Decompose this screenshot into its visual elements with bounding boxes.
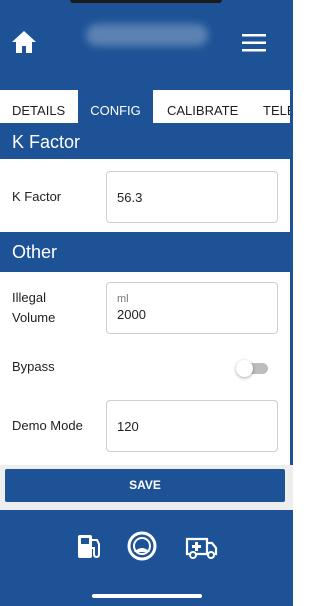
bypass-label: Bypass [12, 359, 55, 374]
save-button[interactable]: SAVE [5, 469, 285, 502]
home-icon [12, 31, 36, 53]
hamburger-menu-icon [242, 34, 266, 52]
section-k-factor-header: K Factor [0, 123, 293, 159]
section-other-header: Other [0, 232, 293, 272]
fuel-nav-button[interactable] [74, 530, 106, 562]
k-factor-label: K Factor [12, 189, 62, 204]
k-factor-input[interactable]: 56.3 [106, 171, 278, 223]
gauge-icon [127, 531, 157, 561]
demo-mode-value: 120 [117, 419, 139, 434]
illegal-volume-input[interactable]: ml 2000 [106, 282, 278, 334]
k-factor-value: 56.3 [117, 190, 143, 205]
illegal-volume-label: Illegal Volume [12, 290, 56, 325]
home-indicator [92, 594, 202, 598]
demo-mode-input[interactable]: 120 [106, 400, 278, 452]
ambulance-nav-button[interactable] [185, 530, 219, 562]
menu-button[interactable] [240, 32, 268, 54]
ambulance-icon [185, 537, 218, 559]
toggle-knob [236, 360, 253, 377]
fuel-pump-icon [78, 535, 100, 559]
blurred-title [86, 24, 208, 46]
bypass-toggle[interactable] [236, 360, 268, 377]
gauge-nav-button[interactable] [126, 530, 158, 562]
demo-mode-label: Demo Mode [12, 418, 83, 433]
illegal-volume-value: 2000 [117, 307, 146, 322]
illegal-volume-unit: ml [117, 293, 129, 305]
home-button[interactable] [10, 29, 38, 55]
device-notch [70, 0, 222, 3]
right-edge-accent [290, 90, 293, 510]
